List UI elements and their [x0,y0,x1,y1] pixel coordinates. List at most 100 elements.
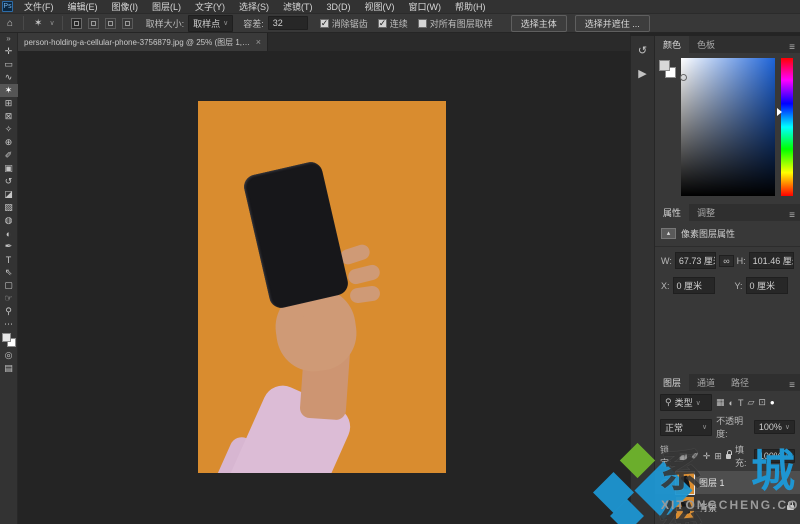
opacity-select[interactable]: 100% ∨ [754,420,795,434]
chevron-down-icon[interactable]: ∨ [49,19,54,27]
color-picker-marker[interactable] [680,74,687,81]
shape-tool[interactable]: ▢ [0,279,18,292]
tab-color[interactable]: 颜色 [655,36,689,53]
panel-menu-icon[interactable]: ≡ [784,210,800,221]
panel-menu-icon[interactable]: ≡ [784,42,800,53]
menu-filter[interactable]: 滤镜(T) [276,0,320,13]
tab-paths[interactable]: 路径 [723,374,757,391]
menu-edit[interactable]: 编辑(E) [61,0,105,13]
document-tab[interactable]: person-holding-a-cellular-phone-3756879.… [18,33,268,51]
pixel-filter-icon[interactable]: ▦ [716,397,725,408]
edit-toolbar-button[interactable]: ⋯ [0,318,18,331]
tab-adjustments[interactable]: 调整 [689,204,723,221]
hue-slider[interactable] [781,58,793,196]
healing-brush-tool[interactable]: ⊕ [0,136,18,149]
lock-all-icon[interactable] [726,454,731,459]
screen-mode-button[interactable]: ▤ [0,362,18,375]
shape-filter-icon[interactable]: ▱ [747,397,754,408]
frame-tool[interactable]: ⊠ [0,110,18,123]
zoom-tool[interactable]: ⚲ [0,305,18,318]
anti-alias-checkbox[interactable]: 消除锯齿 [320,17,368,30]
layer-name[interactable]: 图层 1 [699,476,794,489]
photoshop-logo-icon[interactable]: Ps [2,1,13,12]
add-selection-icon[interactable] [88,18,99,29]
blend-mode-select[interactable]: 正常 ∨ [660,419,712,436]
menu-view[interactable]: 视图(V) [358,0,402,13]
foreground-background-swatches[interactable] [2,333,16,347]
y-field[interactable]: 0 厘米 [746,277,788,294]
tab-properties[interactable]: 属性 [655,204,689,221]
lasso-tool[interactable]: ∿ [0,71,18,84]
crop-tool[interactable]: ⊞ [0,97,18,110]
foreground-color-swatch[interactable] [659,60,670,71]
sample-all-layers-checkbox[interactable]: 对所有图层取样 [418,17,493,30]
smart-object-filter-icon[interactable]: ⊡ [758,397,766,408]
menu-type[interactable]: 文字(Y) [188,0,232,13]
gradient-tool[interactable]: ▧ [0,201,18,214]
menu-file[interactable]: 文件(F) [17,0,61,13]
menu-select[interactable]: 选择(S) [232,0,276,13]
tab-channels[interactable]: 通道 [689,374,723,391]
fill-select[interactable]: 100% ∨ [754,449,795,463]
layer-row-layer-1[interactable]: 图层 1 [655,471,800,494]
lock-paint-icon[interactable]: ✐ [691,451,699,462]
filter-toggle-icon[interactable]: ● [770,398,775,407]
move-tool[interactable]: ✛ [0,45,18,58]
foreground-color-swatch[interactable] [2,333,11,342]
layer-thumbnail[interactable] [676,472,694,494]
layer-name[interactable]: 背景 [699,501,782,514]
clone-stamp-tool[interactable]: ▣ [0,162,18,175]
menu-3d[interactable]: 3D(D) [320,2,358,12]
menu-help[interactable]: 帮助(H) [448,0,493,13]
hue-slider-marker[interactable] [777,108,782,116]
lock-artboard-icon[interactable]: ⊞ [714,451,722,462]
type-filter-icon[interactable]: T [738,398,744,408]
history-panel-icon[interactable]: ↺ [638,44,647,57]
link-dimensions-icon[interactable]: ∞ [719,255,733,267]
width-field[interactable]: 67.73 厘米 [675,252,716,269]
intersect-selection-icon[interactable] [122,18,133,29]
height-field[interactable]: 101.46 厘米 [749,252,794,269]
magic-wand-tool[interactable]: ✶ [0,84,18,97]
layer-thumbnail[interactable] [676,497,694,519]
x-field[interactable]: 0 厘米 [673,277,715,294]
select-and-mask-button[interactable]: 选择并遮住 ... [575,15,650,32]
dodge-tool[interactable]: ◐ [0,227,18,240]
actions-panel-icon[interactable]: ▶ [638,67,646,80]
lock-position-icon[interactable]: ✛ [703,451,711,462]
close-icon[interactable]: × [256,37,261,47]
menu-layer[interactable]: 图层(L) [145,0,188,13]
pen-tool[interactable]: ✒ [0,240,18,253]
eraser-tool[interactable]: ◪ [0,188,18,201]
new-selection-icon[interactable] [71,18,82,29]
visibility-eye-icon[interactable] [661,504,671,511]
magic-wand-preset-icon[interactable]: ✶ [31,18,45,29]
tolerance-input[interactable]: 32 [268,16,308,30]
toolbar-expand-icon[interactable]: » [6,33,10,45]
blur-tool[interactable]: ◍ [0,214,18,227]
eyedropper-tool[interactable]: ✧ [0,123,18,136]
sample-size-select[interactable]: 取样点 ∨ [188,15,233,32]
lock-transparency-icon[interactable]: ▦ [679,451,688,462]
adjustment-filter-icon[interactable]: ◐ [729,398,734,408]
layer-row-background[interactable]: 背景 [655,496,800,519]
quick-mask-button[interactable]: ◎ [0,349,18,362]
select-subject-button[interactable]: 选择主体 [511,15,567,32]
contiguous-checkbox[interactable]: 连续 [378,17,408,30]
visibility-eye-icon[interactable] [661,479,671,486]
photo-document[interactable] [198,101,446,473]
tab-layers[interactable]: 图层 [655,374,689,391]
subtract-selection-icon[interactable] [105,18,116,29]
home-icon[interactable]: ⌂ [4,18,16,29]
type-tool[interactable]: T [0,253,18,266]
marquee-tool[interactable]: ▭ [0,58,18,71]
path-selection-tool[interactable]: ⇖ [0,266,18,279]
panel-menu-icon[interactable]: ≡ [784,380,800,391]
brush-tool[interactable]: ✐ [0,149,18,162]
tab-swatches[interactable]: 色板 [689,36,723,53]
canvas-area[interactable] [18,51,630,524]
menu-window[interactable]: 窗口(W) [402,0,449,13]
hand-tool[interactable]: ☞ [0,292,18,305]
layer-filter-select[interactable]: ⚲ 类型 ∨ [660,394,712,411]
saturation-brightness-field[interactable] [681,58,775,196]
